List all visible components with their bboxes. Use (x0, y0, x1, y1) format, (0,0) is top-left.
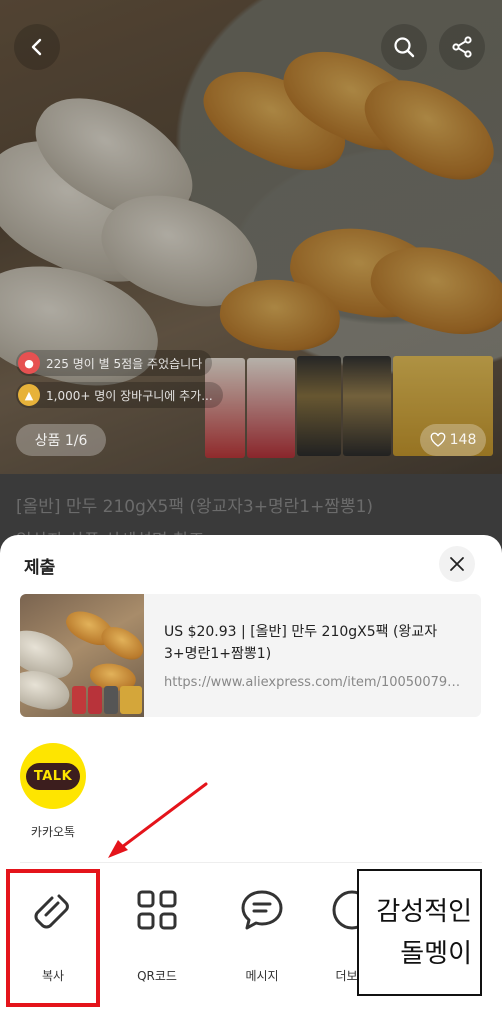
share-icon (452, 36, 472, 58)
share-app-kakaotalk[interactable]: TALK 카카오톡 (18, 743, 88, 840)
watermark: 감성적인 돌멩이 (357, 869, 482, 996)
preview-title: US $20.93 | [올반] 만두 210gX5팩 (왕교자3+명란1+짬뽕… (164, 624, 438, 662)
product-title: [올반] 만두 210gX5팩 (왕교자3+명란1+짬뽕1) (16, 497, 374, 517)
like-button[interactable]: 148 (420, 424, 486, 456)
cart-notice-text: 1,000+ 명이 장바구니에 추가... (46, 388, 213, 403)
cart-notice: ▲ 1,000+ 명이 장바구니에 추가... (16, 382, 223, 408)
watermark-line2: 돌멩이 (400, 939, 472, 969)
search-icon (394, 37, 415, 58)
message-button[interactable]: 메시지 (217, 885, 307, 984)
message-icon (241, 890, 283, 930)
search-button[interactable] (381, 24, 427, 70)
rating-notice: ● 225 명이 별 5점을 주었습니다 (16, 350, 213, 376)
like-count: 148 (449, 432, 477, 448)
heart-icon (430, 432, 445, 447)
image-counter: 상품 1/6 (16, 424, 106, 456)
rating-notice-text: 225 명이 별 5점을 주었습니다 (46, 356, 203, 371)
preview-thumbnail (20, 594, 144, 717)
qr-code-icon (137, 890, 177, 930)
chevron-left-icon (31, 38, 42, 56)
close-button[interactable] (439, 546, 475, 582)
kakaotalk-icon: TALK (20, 743, 86, 809)
sheet-title: 제출 (24, 558, 56, 578)
share-preview-card: US $20.93 | [올반] 만두 210gX5팩 (왕교자3+명란1+짬뽕… (20, 594, 481, 717)
fire-icon: ● (18, 352, 40, 374)
preview-url: https://www.aliexpress.com/item/10050079… (164, 675, 464, 690)
kakaotalk-badge: TALK (25, 762, 81, 790)
message-label: 메시지 (245, 969, 279, 983)
divider (20, 862, 482, 863)
back-button[interactable] (14, 24, 60, 70)
share-button[interactable] (439, 24, 485, 70)
product-image[interactable]: ● 225 명이 별 5점을 주었습니다 ▲ 1,000+ 명이 장바구니에 추… (0, 0, 502, 474)
highlight-box (6, 869, 100, 1007)
watermark-line1: 감성적인 (376, 897, 472, 927)
qr-code-button[interactable]: QR코드 (112, 885, 202, 984)
close-icon (450, 557, 464, 571)
annotation-arrow (108, 782, 208, 858)
thumbs-up-icon: ▲ (18, 384, 40, 406)
kakaotalk-label: 카카오톡 (30, 825, 76, 839)
qr-code-label: QR코드 (137, 969, 177, 983)
